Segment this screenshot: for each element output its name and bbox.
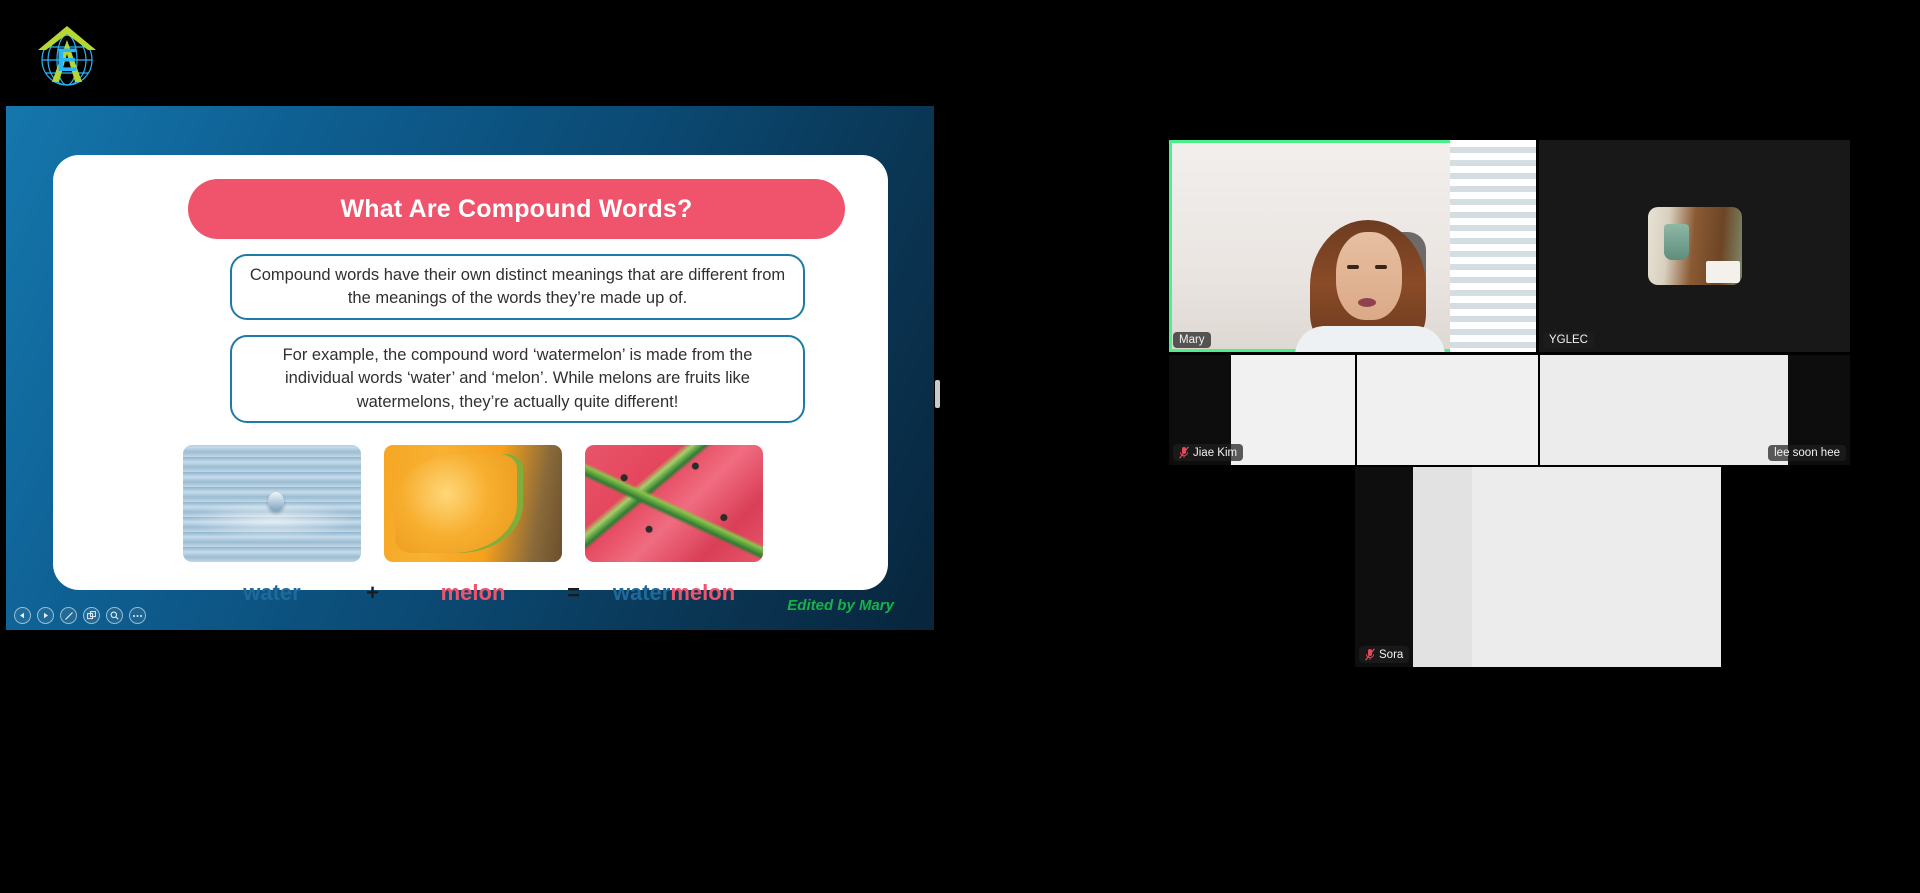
video-tile-lee-soon-hee[interactable]: lee soon hee <box>1540 355 1850 465</box>
window-blinds-background <box>1450 140 1536 352</box>
melon-slice-photo <box>384 445 562 562</box>
video-tile-mary[interactable]: Mary <box>1169 140 1536 352</box>
video-feed <box>1540 355 1788 465</box>
equation-result-watermelon: watermelon <box>585 580 763 606</box>
video-feed-edge <box>1413 467 1472 667</box>
zoom-button[interactable] <box>106 607 123 624</box>
video-tile-jiae-kim[interactable]: Jiae Kim <box>1169 355 1355 465</box>
yglec-logo: E <box>28 16 106 94</box>
equation-plus-operator: + <box>366 580 379 605</box>
watermelon-slices-photo <box>585 445 763 562</box>
avatar-paper-detail <box>1705 261 1740 283</box>
participant-name-label: Mary <box>1179 334 1205 346</box>
participant-name-label: YGLEC <box>1549 334 1588 346</box>
video-feed <box>1231 355 1355 465</box>
participant-eye-left <box>1347 265 1359 269</box>
page-title: What Are Compound Words? <box>340 194 693 223</box>
slide-toolbar[interactable] <box>14 607 146 624</box>
share-resize-handle[interactable] <box>935 380 940 408</box>
participant-eye-right <box>1375 265 1387 269</box>
zoom-meeting-window: E What Are Compound Words? Compound word… <box>0 0 1920 893</box>
participant-shirt <box>1295 326 1445 352</box>
annotate-pen-button[interactable] <box>60 607 77 624</box>
equation-term-melon: melon <box>440 580 506 605</box>
participant-name-label: lee soon hee <box>1774 447 1840 459</box>
image-row <box>183 445 763 562</box>
slide-card: What Are Compound Words? Compound words … <box>53 155 888 605</box>
equation-result-prefix: water <box>612 580 671 605</box>
definition-text: Compound words have their own distinct m… <box>249 265 786 307</box>
participant-name-tag: YGLEC <box>1543 332 1594 348</box>
layout-button[interactable] <box>83 607 100 624</box>
participant-name-tag: Jiae Kim <box>1173 444 1244 461</box>
avatar <box>1647 207 1742 285</box>
edited-by-label: Edited by Mary <box>787 597 894 614</box>
participant-name-tag: Sora <box>1359 646 1410 663</box>
participant-mouth <box>1358 298 1376 307</box>
equation-term-water: water <box>243 580 301 605</box>
participant-name-label: Jiae Kim <box>1193 446 1238 459</box>
example-textbox: For example, the compound word ‘watermel… <box>230 335 805 423</box>
slide-title-pill: What Are Compound Words? <box>188 179 845 239</box>
definition-textbox: Compound words have their own distinct m… <box>230 254 805 320</box>
equation-result-suffix: melon <box>670 580 736 605</box>
svg-text:E: E <box>56 42 77 78</box>
more-options-button[interactable] <box>129 607 146 624</box>
participant-name-label: Sora <box>1379 648 1404 661</box>
water-droplet-photo <box>183 445 361 562</box>
shared-screen-area[interactable]: What Are Compound Words? Compound words … <box>6 106 934 630</box>
equation-equals-operator: = <box>567 580 580 605</box>
muted-microphone-icon <box>1179 446 1189 459</box>
previous-slide-button[interactable] <box>14 607 31 624</box>
example-text: For example, the compound word ‘watermel… <box>282 345 753 411</box>
video-tile-blank[interactable] <box>1357 355 1538 465</box>
participant-name-tag: Mary <box>1173 332 1211 348</box>
compound-word-equation: water + melon = watermelon <box>183 573 763 613</box>
video-tile-sora[interactable]: Sora <box>1355 467 1721 667</box>
muted-microphone-icon <box>1365 648 1375 661</box>
video-tile-yglec[interactable]: YGLEC <box>1539 140 1850 352</box>
participant-name-tag: lee soon hee <box>1768 445 1846 461</box>
next-slide-button[interactable] <box>37 607 54 624</box>
